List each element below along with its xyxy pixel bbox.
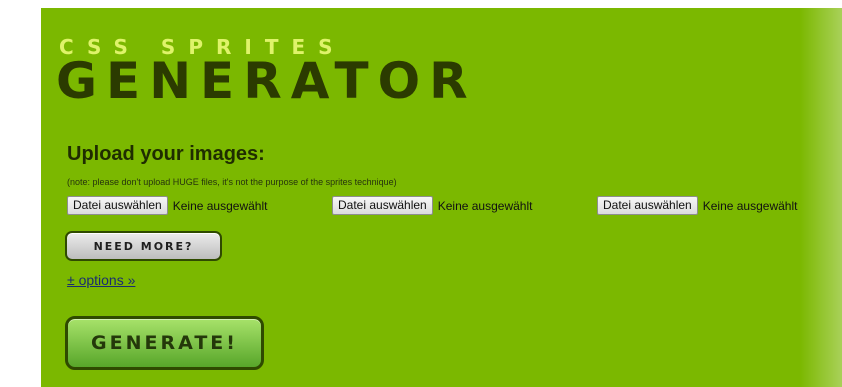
upload-heading: Upload your images: bbox=[67, 143, 265, 165]
file-input-2[interactable]: Datei auswählen Keine ausgewählt bbox=[332, 196, 532, 215]
generate-button[interactable]: GENERATE! bbox=[65, 316, 264, 370]
need-more-button[interactable]: NEED MORE? bbox=[65, 231, 222, 261]
choose-file-button-3[interactable]: Datei auswählen bbox=[597, 196, 698, 215]
page: CSS SPRITES GENERATOR Upload your images… bbox=[0, 0, 842, 387]
choose-file-button-2[interactable]: Datei auswählen bbox=[332, 196, 433, 215]
upload-note: (note: please don't upload HUGE files, i… bbox=[67, 177, 397, 187]
file-input-1[interactable]: Datei auswählen Keine ausgewählt bbox=[67, 196, 267, 215]
file-status-3: Keine ausgewählt bbox=[702, 198, 798, 213]
file-status-1: Keine ausgewählt bbox=[172, 198, 268, 213]
file-status-2: Keine ausgewählt bbox=[437, 198, 533, 213]
file-input-3[interactable]: Datei auswählen Keine ausgewählt bbox=[597, 196, 797, 215]
options-link[interactable]: ± options » bbox=[67, 272, 135, 288]
logo-title: GENERATOR bbox=[56, 52, 477, 110]
choose-file-button-1[interactable]: Datei auswählen bbox=[67, 196, 168, 215]
